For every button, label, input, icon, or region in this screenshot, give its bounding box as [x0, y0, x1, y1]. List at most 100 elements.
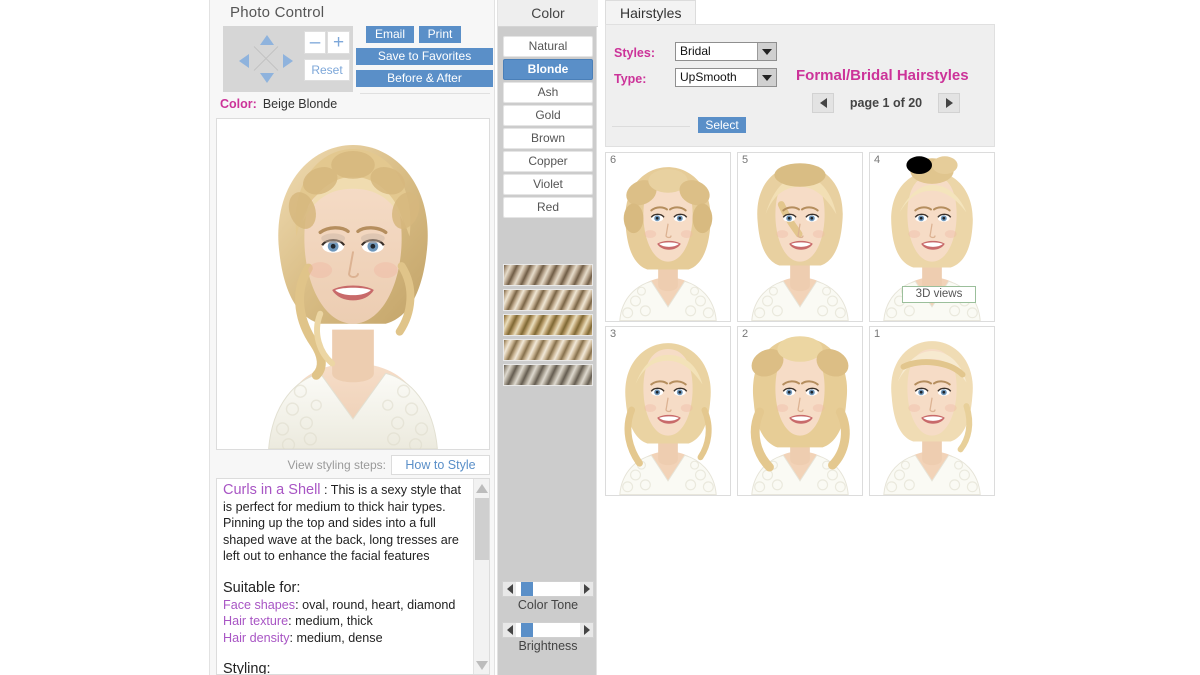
color-category-list: Natural Blonde Ash Gold Brown Copper Violet Red — [503, 36, 593, 220]
select-button[interactable]: Select — [698, 117, 746, 133]
swatch-3[interactable] — [503, 314, 593, 336]
styling-heading: Styling: — [223, 661, 271, 675]
hairstyle-thumbnail[interactable]: 1 — [869, 326, 995, 496]
hairstyle-thumbnail-image — [606, 327, 730, 495]
slider-thumb[interactable] — [521, 623, 534, 637]
hairstyle-thumbnail[interactable]: 5 — [737, 152, 863, 322]
color-item-natural[interactable]: Natural — [503, 36, 593, 57]
styles-dropdown[interactable]: Bridal — [675, 42, 777, 61]
styling-steps-row: View styling steps: How to Style — [216, 455, 490, 476]
thumbnail-number: 5 — [742, 154, 749, 166]
next-page-button[interactable] — [938, 93, 960, 113]
scroll-up-icon[interactable] — [475, 481, 489, 495]
styles-label: Styles: — [614, 46, 655, 60]
pan-left-icon[interactable] — [239, 54, 249, 68]
scroll-down-icon[interactable] — [475, 658, 489, 672]
slider-track[interactable] — [502, 622, 594, 638]
hairstyles-panel: Hairstyles Styles: Bridal Type: UpSmooth… — [599, 0, 999, 675]
print-button[interactable]: Print — [419, 26, 461, 43]
zoom-out-button[interactable]: – — [304, 31, 326, 54]
slider-track[interactable] — [502, 581, 594, 597]
type-label: Type: — [614, 72, 647, 86]
slider-brightness: Brightness — [502, 622, 594, 653]
direction-pad — [235, 30, 297, 88]
slider-decrease-icon[interactable] — [503, 582, 516, 596]
slider-increase-icon[interactable] — [580, 582, 593, 596]
current-color-row: Color: Beige Blonde — [220, 97, 337, 111]
style-description-box: Curls in a Shell : This is a sexy style … — [216, 478, 490, 675]
hairstyle-thumbnail[interactable]: 3 — [605, 326, 731, 496]
header-divider — [612, 126, 690, 127]
thumbnail-number: 2 — [742, 328, 749, 340]
slider-rail[interactable] — [516, 623, 580, 637]
hair-texture-value: : medium, thick — [288, 614, 373, 629]
hairstyle-thumbnail-image — [870, 327, 994, 495]
save-to-favorites-button[interactable]: Save to Favorites — [356, 48, 493, 65]
color-slider-group: Color Tone Brightness — [502, 581, 594, 663]
hairstyle-thumbnail-image — [738, 327, 862, 495]
color-swatch-list — [503, 264, 593, 389]
slider-decrease-icon[interactable] — [503, 623, 516, 637]
slider-color-tone: Color Tone — [502, 581, 594, 612]
color-item-brown[interactable]: Brown — [503, 128, 593, 149]
chevron-down-icon[interactable] — [757, 69, 776, 86]
color-item-ash[interactable]: Ash — [503, 82, 593, 103]
type-dropdown-value: UpSmooth — [680, 70, 737, 84]
color-item-blonde[interactable]: Blonde — [503, 59, 593, 80]
hairstyle-thumbnail[interactable]: 4 3D views — [869, 152, 995, 322]
thumbnail-number: 1 — [874, 328, 881, 340]
hair-density-value: : medium, dense — [289, 630, 383, 645]
before-after-button[interactable]: Before & After — [356, 70, 493, 87]
hairstyle-thumbnail-image — [606, 153, 730, 321]
slider-rail[interactable] — [516, 582, 580, 596]
3d-views-badge[interactable]: 3D views — [902, 286, 976, 303]
suitable-heading: Suitable for: — [223, 579, 301, 596]
face-shapes-value: : oval, round, heart, diamond — [295, 597, 456, 612]
thumbnail-number: 3 — [610, 328, 617, 340]
pad-cross-decoration — [249, 42, 283, 76]
slider-increase-icon[interactable] — [580, 623, 593, 637]
tab-hairstyles[interactable]: Hairstyles — [605, 0, 697, 25]
reset-button[interactable]: Reset — [304, 59, 350, 81]
swatch-2[interactable] — [503, 289, 593, 311]
color-item-violet[interactable]: Violet — [503, 174, 593, 195]
swatch-1[interactable] — [503, 264, 593, 286]
category-title: Formal/Bridal Hairstyles — [796, 67, 969, 84]
pagination: page 1 of 20 — [806, 93, 966, 113]
type-dropdown[interactable]: UpSmooth — [675, 68, 777, 87]
pan-up-icon[interactable] — [260, 35, 274, 45]
hairstyle-thumbnail[interactable]: 6 — [605, 152, 731, 322]
style-description-text: Curls in a Shell : This is a sexy style … — [223, 482, 471, 675]
app-root: Photo Control – + Reset Email Print Save… — [0, 0, 1200, 675]
swatch-5[interactable] — [503, 364, 593, 386]
color-item-copper[interactable]: Copper — [503, 151, 593, 172]
pan-down-icon[interactable] — [260, 73, 274, 83]
scrollbar-thumb[interactable] — [475, 498, 489, 560]
color-panel: Color Natural Blonde Ash Gold Brown Copper Vio… — [497, 0, 598, 675]
photo-control-title: Photo Control — [230, 4, 325, 21]
thumbnail-number: 6 — [610, 154, 617, 166]
color-item-red[interactable]: Red — [503, 197, 593, 218]
face-shapes-label: Face shapes — [223, 597, 296, 612]
how-to-style-button[interactable]: How to Style — [391, 455, 490, 475]
slider-thumb[interactable] — [521, 582, 534, 596]
email-button[interactable]: Email — [366, 26, 414, 43]
hairstyle-thumbnail-image — [738, 153, 862, 321]
style-name-separator: : — [320, 483, 331, 497]
zoom-in-button[interactable]: + — [327, 31, 350, 54]
description-scrollbar[interactable] — [473, 479, 489, 674]
model-photo-stage[interactable] — [216, 118, 490, 450]
hair-texture-label: Hair texture — [223, 614, 289, 629]
hairstyle-thumbnail[interactable]: 2 — [737, 326, 863, 496]
current-color-value: Beige Blonde — [262, 97, 338, 111]
swatch-4[interactable] — [503, 339, 593, 361]
thumbnail-number: 4 — [874, 154, 881, 166]
photo-control-panel: Photo Control – + Reset Email Print Save… — [209, 0, 495, 675]
pan-right-icon[interactable] — [283, 54, 293, 68]
photo-control-divider — [360, 93, 490, 94]
previous-page-button[interactable] — [812, 93, 834, 113]
current-color-label: Color: — [220, 97, 257, 111]
color-item-gold[interactable]: Gold — [503, 105, 593, 126]
chevron-down-icon[interactable] — [757, 43, 776, 60]
color-panel-title: Color — [498, 0, 598, 27]
